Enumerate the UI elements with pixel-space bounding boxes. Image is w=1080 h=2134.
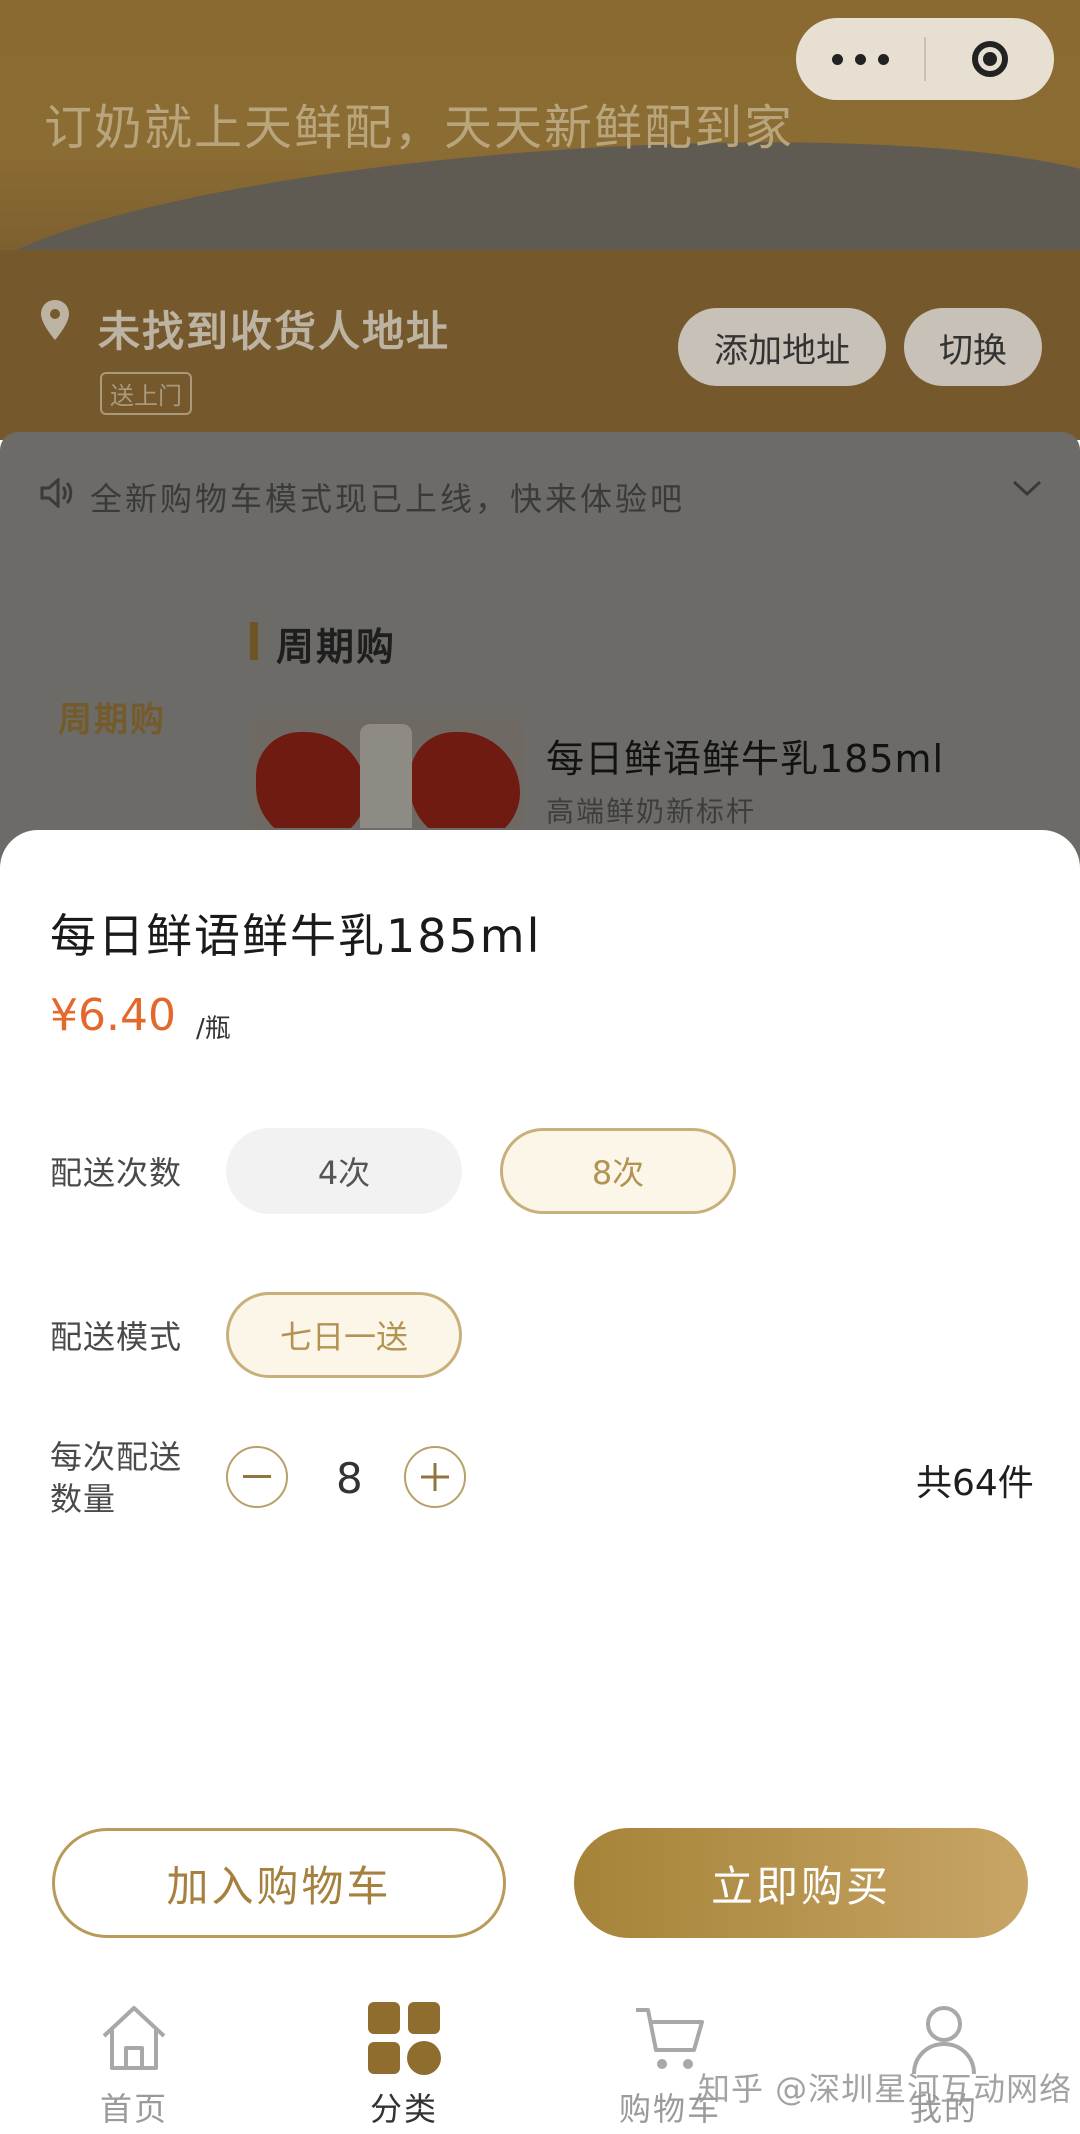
tab-category-label: 分类 (369, 2090, 438, 2128)
delivery-tag: 送上门 (100, 372, 192, 415)
section-title: 周期购 (276, 625, 397, 669)
add-address-button[interactable]: 添加地址 (678, 308, 886, 386)
category-grid-icon (364, 1998, 444, 2078)
hero-slogan: 订奶就上天鲜配，天天新鲜配到家 (44, 100, 795, 156)
tab-category[interactable]: 分类 (324, 1998, 484, 2128)
target-close-icon[interactable] (926, 18, 1054, 100)
delivery-mode-option[interactable]: 七日一送 (226, 1292, 462, 1378)
delivery-times-option-4[interactable]: 4次 (226, 1128, 462, 1214)
tab-home[interactable]: 首页 (54, 1998, 214, 2128)
mini-program-capsule (796, 18, 1054, 100)
thumb-decoration (256, 732, 366, 828)
plus-icon (421, 1463, 449, 1491)
qty-value: 8 (336, 1454, 363, 1503)
qty-total: 共64件 (916, 1463, 1034, 1504)
chevron-down-icon[interactable] (1012, 478, 1042, 498)
minus-icon (243, 1475, 271, 1478)
more-dots-icon[interactable] (796, 18, 924, 100)
notice-text: 全新购物车模式现已上线，快来体验吧 (90, 480, 686, 518)
watermark: 知乎 @深圳星河互动网络 (698, 2070, 1073, 2108)
switch-address-button[interactable]: 切换 (904, 308, 1042, 386)
qty-label: 每次配送 数量 (50, 1436, 182, 1520)
home-icon (94, 1998, 174, 2078)
sidebar-item-periodic[interactable]: 周期购 (58, 692, 166, 741)
qty-label-line2: 数量 (50, 1480, 117, 1518)
section-marker (250, 622, 258, 660)
tab-home-label: 首页 (99, 2090, 168, 2128)
thumb-decoration (410, 732, 520, 828)
qty-label-line1: 每次配送 (50, 1438, 183, 1476)
add-to-cart-button[interactable]: 加入购物车 (52, 1828, 506, 1938)
location-pin-icon (41, 300, 69, 340)
sheet-price-unit: /瓶 (196, 1014, 231, 1044)
address-title: 未找到收货人地址 (98, 307, 451, 356)
delivery-times-option-8[interactable]: 8次 (500, 1128, 736, 1214)
speaker-icon (40, 478, 73, 508)
product-subtitle: 高端鲜奶新标杆 (546, 795, 757, 828)
increase-qty-button[interactable] (404, 1446, 466, 1508)
thumb-bottle (360, 724, 412, 828)
delivery-mode-label: 配送模式 (50, 1318, 183, 1356)
sheet-price: ¥6.40 (50, 990, 176, 1041)
product-name[interactable]: 每日鲜语鲜牛乳185ml (546, 728, 944, 783)
sheet-product-title: 每日鲜语鲜牛乳185ml (50, 909, 542, 963)
decrease-qty-button[interactable] (226, 1446, 288, 1508)
buy-now-button[interactable]: 立即购买 (574, 1828, 1028, 1938)
product-thumbnail[interactable] (250, 718, 524, 828)
delivery-times-label: 配送次数 (50, 1154, 183, 1192)
